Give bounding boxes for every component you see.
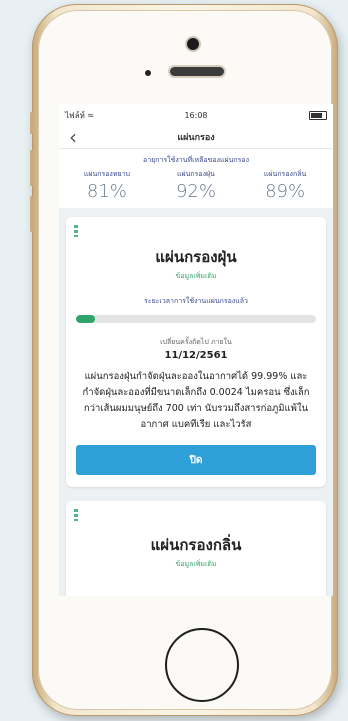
battery-icon (309, 110, 327, 120)
card-marker-icon (74, 225, 78, 237)
stat-label: แผ่นกรองกลิ่น (263, 170, 307, 178)
stat-value: 92% (175, 181, 216, 202)
stat-label: แผ่นกรองหยาบ (83, 170, 130, 178)
stat-coarse-filter: แผ่นกรองหยาบ 81% (63, 169, 151, 202)
mute-switch (30, 112, 33, 134)
chevron-left-icon[interactable]: ‹ (61, 127, 85, 147)
status-bar: ไฟล์ห์ ≈ 16:08 (59, 104, 333, 126)
filter-life-summary: อายุการใช้งานที่เหลือของแผ่นกรอง แผ่นกรอ… (59, 149, 333, 208)
page-title: แผ่นกรอง (177, 133, 215, 143)
app-screen: ไฟล์ห์ ≈ 16:08 ‹ แผ่นกรอง อายุการใช้งานท… (59, 104, 333, 596)
more-info-link[interactable]: ข้อมูลเพิ่มเติม (76, 271, 316, 282)
summary-heading: อายุการใช้งานที่เหลือของแผ่นกรอง (142, 156, 249, 164)
usage-progress-fill (76, 315, 96, 323)
usage-progress-bar (76, 315, 316, 323)
home-button[interactable] (165, 628, 239, 702)
stat-value: 89% (265, 181, 306, 202)
stat-odor-filter: แผ่นกรองกลิ่น 89% (241, 169, 329, 202)
usage-label: ระยะเวลาการใช้งานแผ่นกรองแล้ว (144, 297, 248, 305)
dust-filter-card: แผ่นกรองฝุ่น ข้อมูลเพิ่มเติม ระยะเวลาการ… (66, 217, 326, 487)
close-button[interactable]: ปิด (76, 445, 316, 475)
odor-filter-card[interactable]: แผ่นกรองกลิ่น ข้อมูลเพิ่มเติม (66, 501, 326, 596)
proximity-sensor (145, 70, 151, 76)
stat-dust-filter: แผ่นกรองฝุ่น 92% (152, 169, 240, 202)
card-title: แผ่นกรองฝุ่น (155, 248, 237, 266)
stat-value: 81% (86, 181, 127, 202)
filter-description: แผ่นกรองฝุ่นกำจัดฝุ่นละอองในอากาศได้ 99.… (82, 371, 310, 430)
nav-bar: ‹ แผ่นกรอง (59, 126, 333, 149)
next-change-label: เปลี่ยนครั้งถัดไป ภายใน (160, 338, 232, 346)
more-info-link[interactable]: ข้อมูลเพิ่มเติม (76, 559, 316, 570)
card-marker-icon (74, 509, 78, 521)
front-camera-icon (187, 38, 199, 50)
earpiece-speaker (170, 67, 224, 76)
stat-label: แผ่นกรองฝุ่น (177, 170, 215, 178)
volume-down-button (30, 196, 33, 232)
next-change-date: 11/12/2561 (164, 350, 228, 361)
status-time: 16:08 (184, 110, 208, 120)
card-title: แผ่นกรองกลิ่น (150, 536, 242, 554)
summary-stats: แผ่นกรองหยาบ 81% แผ่นกรองฝุ่น 92% แผ่นกร… (63, 169, 329, 202)
volume-up-button (30, 150, 33, 186)
